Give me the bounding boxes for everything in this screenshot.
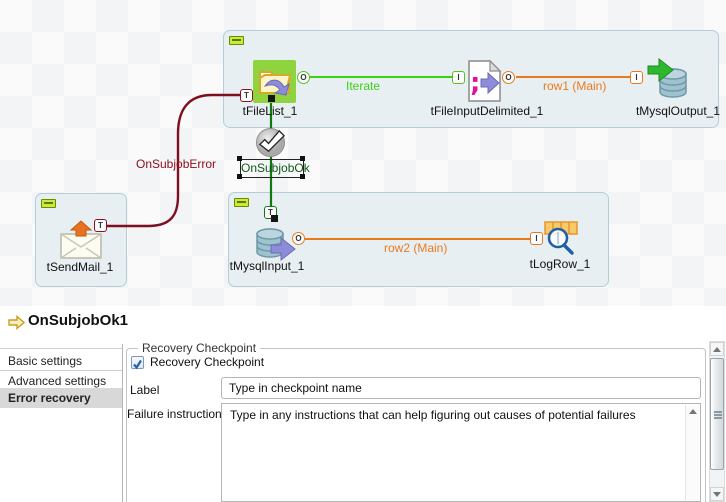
scroll-up-icon [713,347,721,352]
component-properties-panel: OnSubjobOk1 Basic settings Advanced sett… [0,306,726,502]
input-connector-badge[interactable]: I [630,71,643,84]
scroll-up-icon[interactable] [689,409,697,414]
onsubjobok-connection-label[interactable]: OnSubjobOk [240,159,304,178]
input-connector-badge[interactable]: I [530,232,543,245]
component-header-arrow-icon [8,315,25,330]
delimited-file-icon: ; [466,59,502,103]
output-connector-badge[interactable]: O [502,71,515,84]
scrollbar-thumb[interactable] [710,358,724,470]
tmysqloutput-component[interactable] [646,56,692,103]
recovery-checkpoint-checkbox-label: Recovery Checkpoint [150,355,264,369]
svg-text:;: ; [470,68,480,98]
component-label[interactable]: tMysqlInput_1 [207,259,327,273]
job-design-canvas[interactable]: tFileList_1 T O Iterate ; tFileInputDeli… [0,0,726,306]
textarea-scrollbar[interactable] [685,405,699,500]
scrollbar-down-button[interactable] [710,487,724,501]
input-connector-badge[interactable]: I [452,71,465,84]
component-label[interactable]: tMysqlOutput_1 [618,104,726,118]
checkbox-check-icon [132,359,143,370]
output-connector-badge[interactable]: O [292,232,305,245]
tfileinputdelimited-component[interactable]: ; [466,59,502,103]
tab-advanced-settings[interactable]: Advanced settings [0,374,122,388]
connection-endpoint-handle[interactable] [268,95,275,102]
component-label[interactable]: tFileList_1 [210,104,330,118]
row1-connection-label[interactable]: row1 (Main) [543,79,606,93]
recovery-checkpoint-icon[interactable] [255,127,286,158]
log-row-icon [543,219,579,255]
mysql-input-icon [254,224,298,264]
component-label[interactable]: tLogRow_1 [500,257,620,271]
panel-title: OnSubjobOk1 [28,312,128,329]
recovery-checkpoint-group-title: Recovery Checkpoint [138,341,260,355]
failure-instructions-textarea[interactable]: Type in any instructions that can help f… [221,403,701,502]
talend-designer-window: tFileList_1 T O Iterate ; tFileInputDeli… [0,0,726,502]
label-field-label: Label [130,383,159,397]
tlogrow-component[interactable] [543,219,579,255]
panel-scrollbar[interactable] [709,341,725,502]
row2-connection-label[interactable]: row2 (Main) [384,241,447,255]
failure-instructions-text: Type in any instructions that can help f… [230,407,670,423]
scroll-down-icon [713,492,721,497]
tab-separator [0,370,122,371]
selection-handle[interactable] [300,174,305,179]
scrollbar-up-button[interactable] [710,342,724,356]
iterate-connection-label[interactable]: Iterate [346,79,380,93]
failure-instructions-label: Failure instructions [127,407,228,421]
output-connector-badge[interactable]: O [297,71,310,84]
selection-handle[interactable] [237,174,242,179]
tab-separator [0,348,122,349]
onsubjoberror-connection-label[interactable]: OnSubjobError [136,157,216,171]
selection-handle[interactable] [237,156,242,161]
component-label[interactable]: tFileInputDelimited_1 [427,104,547,118]
tmysqlinput-component[interactable] [254,224,298,264]
selection-handle[interactable] [300,156,305,161]
panel-divider [122,344,123,502]
tab-error-recovery[interactable]: Error recovery [0,388,122,408]
trigger-connector-badge[interactable]: T [94,219,107,232]
mysql-output-icon [646,56,692,103]
connection-endpoint-handle[interactable] [271,215,278,222]
recovery-checkpoint-checkbox[interactable] [131,356,144,369]
component-label[interactable]: tSendMail_1 [20,260,140,274]
tab-basic-settings[interactable]: Basic settings [0,354,122,368]
scrollbar-grip-icon [714,411,722,413]
checkpoint-label-input[interactable] [221,377,701,399]
trigger-connector-badge[interactable]: T [240,89,253,102]
